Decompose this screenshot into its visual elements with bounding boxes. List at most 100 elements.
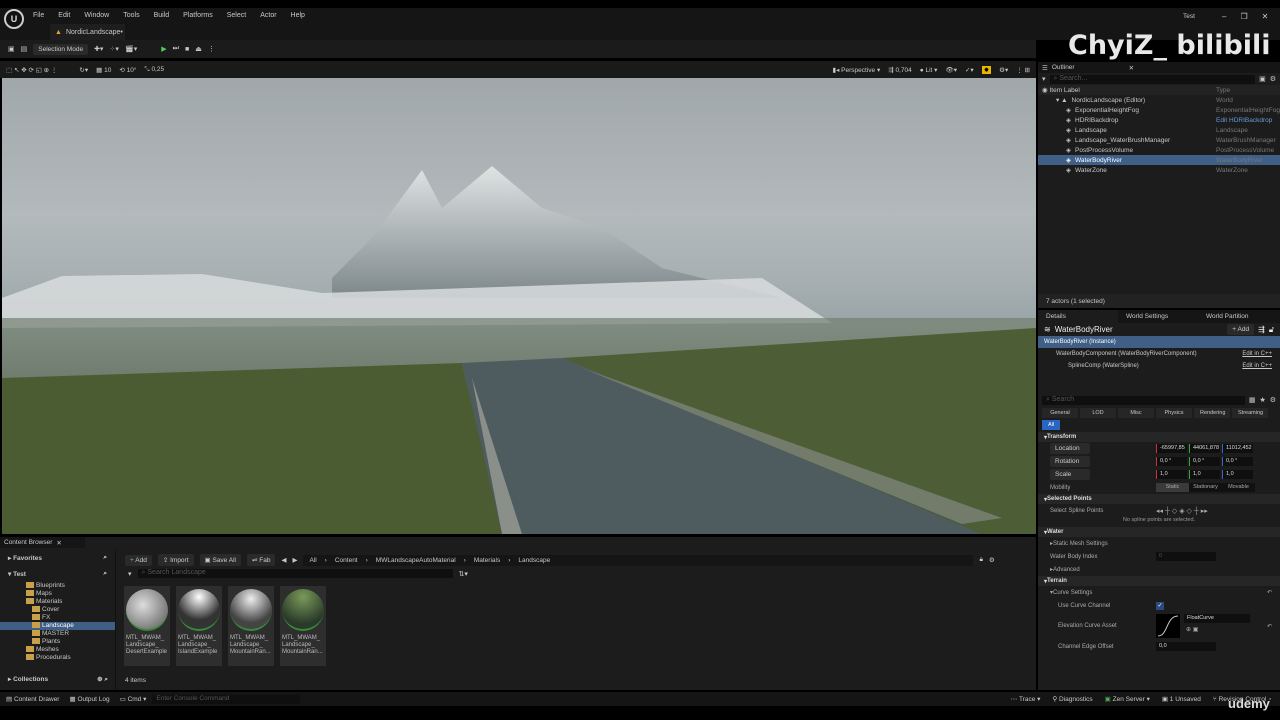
location-x-field[interactable]: -65997,85: [1156, 444, 1187, 453]
folder-master[interactable]: MASTER: [0, 630, 115, 638]
surface-snap-icon[interactable]: ↻▾: [79, 66, 88, 74]
menu-file[interactable]: File: [33, 12, 44, 19]
unsaved-button[interactable]: ▣ 1 Unsaved: [1162, 695, 1201, 703]
tab-level[interactable]: ▲ NordicLandscape•: [50, 24, 125, 40]
tab-world-partition[interactable]: World Partition: [1198, 313, 1278, 320]
asset-tile[interactable]: MTL_MWAM_ Landscape_ DesertExample: [124, 586, 170, 666]
close-button[interactable]: ✕: [1262, 12, 1269, 21]
outliner-tab[interactable]: Outliner: [1052, 64, 1075, 71]
stop-icon[interactable]: ■: [185, 46, 189, 53]
transform-tools-icon[interactable]: ⬚ ↖ ✥ ⟳ ◱ ⊕ ⋮: [6, 66, 57, 74]
edit-in-cpp-link[interactable]: Edit in C++: [1242, 363, 1272, 369]
spline-point-buttons-icon[interactable]: ◂◂ ┼ ◇ ◈ ◇ ┼ ▸▸: [1156, 507, 1208, 515]
outliner-row[interactable]: ◈ ExponentialHeightFog ExponentialHeightFo…: [1038, 105, 1280, 115]
maximize-button[interactable]: ❐: [1240, 12, 1247, 21]
search-icon[interactable]: ⌕: [103, 554, 107, 562]
asset-tile[interactable]: MTL_MWAM_ Landscape_ IslandExample: [176, 586, 222, 666]
lock-icon[interactable]: 🔓︎: [1269, 325, 1274, 335]
reset-icon[interactable]: ↶: [1267, 623, 1272, 630]
rotation-snap[interactable]: ⟲ 10°: [119, 66, 136, 74]
details-search-input[interactable]: ⌕ Search: [1042, 395, 1245, 405]
asset-tile[interactable]: MTL_MWAM_ Landscape_ MountainRan...: [228, 586, 274, 666]
channel-edge-offset-field[interactable]: 0,0: [1156, 642, 1216, 651]
diagnostics-button[interactable]: ⚲ Diagnostics: [1052, 695, 1092, 703]
selection-mode-dropdown[interactable]: Selection Mode: [33, 43, 89, 55]
outliner-row[interactable]: ◈ Landscape_WaterBrushManager WaterBrushMa…: [1038, 135, 1280, 145]
reset-icon[interactable]: ↶: [1267, 589, 1272, 596]
cmd-dropdown[interactable]: ▭ Cmd ▾: [110, 695, 147, 703]
tab-details[interactable]: Details: [1038, 310, 1118, 323]
transform-location-dropdown[interactable]: Location: [1050, 443, 1090, 454]
location-z-field[interactable]: 11012,452: [1222, 444, 1253, 453]
browse-asset-icon[interactable]: ⊕ ▣: [1186, 626, 1198, 633]
search-icon[interactable]: ⌕: [103, 570, 107, 578]
component-row[interactable]: WaterBodyComponent (WaterBodyRiverCompon…: [1038, 348, 1280, 360]
scale-y-field[interactable]: 1,0: [1189, 470, 1220, 479]
performance-icon[interactable]: ✸: [981, 65, 992, 74]
play-icon[interactable]: ▶: [161, 45, 166, 53]
menu-tools[interactable]: Tools: [123, 12, 139, 19]
add-icon[interactable]: ⊕ ⌕: [97, 675, 108, 684]
folder-procedurals[interactable]: Procedurals: [0, 654, 115, 662]
step-icon[interactable]: ⏭: [173, 45, 179, 53]
folder-blueprints[interactable]: Blueprints: [0, 582, 115, 590]
filter-all[interactable]: All: [1042, 420, 1061, 430]
level-viewport[interactable]: [2, 78, 1036, 534]
component-row[interactable]: SplineComp (WaterSpline) Edit in C++: [1038, 360, 1280, 372]
cinematics-icon[interactable]: 🎬︎▾: [125, 45, 137, 53]
lock-icon[interactable]: 🔒︎: [979, 556, 982, 564]
filter-streaming[interactable]: Streaming: [1232, 408, 1268, 418]
browse-icon[interactable]: ▤: [21, 45, 28, 53]
mobility-stationary[interactable]: Stationary: [1189, 483, 1222, 492]
folder-materials[interactable]: Materials: [0, 598, 115, 606]
folder-cover[interactable]: Cover: [0, 606, 115, 614]
save-icon[interactable]: ▣: [8, 45, 15, 53]
breadcrumb-item[interactable]: Content: [335, 557, 358, 564]
eject-icon[interactable]: ⏏: [195, 45, 202, 53]
favorites-section[interactable]: ▸ Favorites ⌕: [0, 550, 115, 566]
unreal-logo-icon[interactable]: U: [4, 9, 24, 29]
section-terrain[interactable]: ▾ Terrain: [1038, 576, 1280, 586]
output-log-button[interactable]: ▦ Output Log: [59, 695, 109, 703]
project-section[interactable]: ▾ Test ⌕: [0, 566, 115, 582]
menu-edit[interactable]: Edit: [58, 12, 70, 19]
folder-maps[interactable]: Maps: [0, 590, 115, 598]
menu-build[interactable]: Build: [154, 12, 170, 19]
lit-dropdown[interactable]: ● Lit ▾: [920, 66, 938, 74]
menu-window[interactable]: Window: [84, 12, 109, 19]
folder-icon[interactable]: ▣: [1259, 75, 1266, 83]
menu-actor[interactable]: Actor: [260, 12, 276, 19]
section-selected-points[interactable]: ▾ Selected Points: [1038, 494, 1280, 504]
water-body-index-field[interactable]: 0: [1156, 552, 1216, 561]
star-icon[interactable]: ★: [1259, 396, 1265, 404]
rotation-z-field[interactable]: 0,0 °: [1222, 457, 1253, 466]
advanced-section[interactable]: ▸ Advanced: [1038, 563, 1280, 576]
grid-snap[interactable]: ▦ 10: [96, 66, 111, 74]
filter-rendering[interactable]: Rendering: [1194, 408, 1230, 418]
breadcrumb-item[interactable]: Materials: [474, 557, 500, 564]
folder-meshes[interactable]: Meshes: [0, 646, 115, 654]
grid-icon[interactable]: ▦: [1249, 396, 1256, 404]
breadcrumb-item[interactable]: MWLandscapeAutoMaterial: [376, 557, 456, 564]
transform-rotation-dropdown[interactable]: Rotation: [1050, 456, 1090, 467]
use-curve-checkbox[interactable]: ✓: [1156, 601, 1164, 610]
add-component-button[interactable]: + Add: [1227, 324, 1255, 335]
transform-scale-dropdown[interactable]: Scale: [1050, 469, 1090, 480]
outliner-row[interactable]: ◈ WaterBodyRiver WaterBodyRiver: [1038, 155, 1280, 165]
breadcrumb-item[interactable]: Landscape: [518, 557, 550, 564]
filter-misc[interactable]: Misc: [1118, 408, 1154, 418]
menu-help[interactable]: Help: [291, 12, 305, 19]
folder-landscape[interactable]: Landscape: [0, 622, 115, 630]
realtime-icon[interactable]: ✓▾: [965, 66, 974, 74]
close-icon[interactable]: ✕: [1129, 64, 1134, 72]
component-row[interactable]: WaterBodyRiver (Instance): [1038, 336, 1280, 348]
menu-select[interactable]: Select: [227, 12, 246, 19]
scale-x-field[interactable]: 1,0: [1156, 470, 1187, 479]
trace-button[interactable]: ⋯ Trace ▾: [1011, 695, 1041, 703]
curve-settings[interactable]: ▾ Curve Settings ↶: [1038, 586, 1280, 599]
mobility-movable[interactable]: Movable: [1222, 483, 1255, 492]
blueprint-icon[interactable]: ⁘▾: [109, 45, 118, 53]
sort-icon[interactable]: ⇅▾: [459, 570, 468, 578]
import-button[interactable]: ⇪ Import: [157, 554, 194, 566]
collections-section[interactable]: ▸ Collections ⊕ ⌕: [0, 672, 116, 686]
